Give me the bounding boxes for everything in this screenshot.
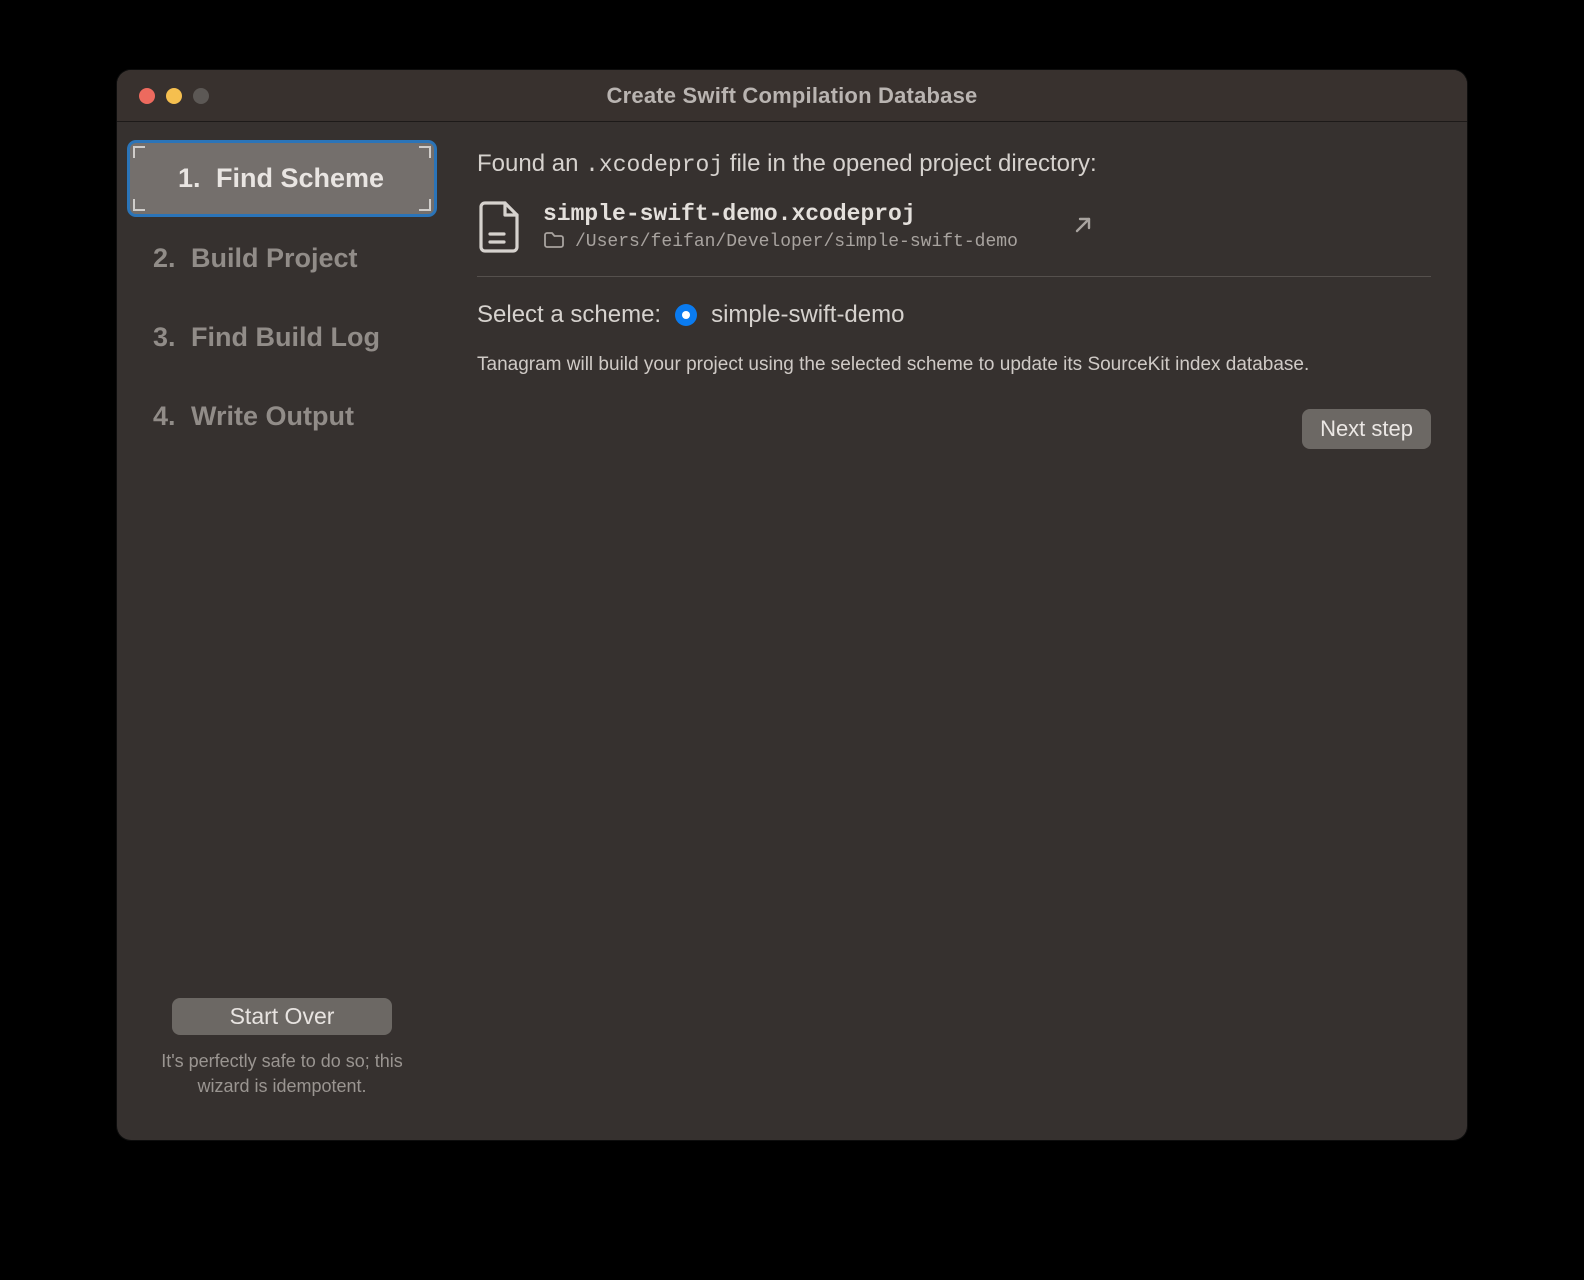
next-step-button[interactable]: Next step bbox=[1302, 409, 1431, 449]
found-project-message: Found an .xcodeproj file in the opened p… bbox=[477, 150, 1431, 178]
project-file-text: simple-swift-demo.xcodeproj /Users/feifa… bbox=[543, 201, 1018, 254]
traffic-lights bbox=[117, 88, 209, 104]
project-file-row: simple-swift-demo.xcodeproj /Users/feifa… bbox=[477, 200, 1431, 254]
step-list: 1. Find Scheme 2. Build Project 3. Find … bbox=[127, 140, 437, 998]
step-build-project[interactable]: 2. Build Project bbox=[127, 221, 437, 296]
scheme-prompt-label: Select a scheme: bbox=[477, 301, 661, 329]
window-title: Create Swift Compilation Database bbox=[117, 83, 1467, 109]
found-suffix: file in the opened project directory: bbox=[723, 150, 1097, 177]
folder-icon bbox=[543, 231, 565, 254]
step-label: Find Build Log bbox=[191, 322, 380, 353]
scheme-select-row: Select a scheme: simple-swift-demo bbox=[477, 301, 1431, 329]
sidebar-footer: Start Over It's perfectly safe to do so;… bbox=[127, 998, 437, 1122]
step-write-output[interactable]: 4. Write Output bbox=[127, 379, 437, 454]
zoom-window-button[interactable] bbox=[193, 88, 209, 104]
step-number: 1. bbox=[178, 163, 204, 194]
found-prefix: Found an bbox=[477, 150, 585, 177]
project-file-name: simple-swift-demo.xcodeproj bbox=[543, 201, 1018, 227]
titlebar: Create Swift Compilation Database bbox=[117, 70, 1467, 122]
close-window-button[interactable] bbox=[139, 88, 155, 104]
step-number: 3. bbox=[153, 322, 179, 353]
scheme-radio[interactable] bbox=[675, 304, 697, 326]
wizard-main-panel: Found an .xcodeproj file in the opened p… bbox=[447, 122, 1467, 1140]
step-find-scheme[interactable]: 1. Find Scheme bbox=[127, 140, 437, 217]
window-body: 1. Find Scheme 2. Build Project 3. Find … bbox=[117, 122, 1467, 1140]
app-window: Create Swift Compilation Database 1. Fin… bbox=[117, 70, 1467, 1140]
file-icon bbox=[477, 200, 521, 254]
minimize-window-button[interactable] bbox=[166, 88, 182, 104]
next-step-row: Next step bbox=[477, 409, 1431, 449]
scheme-name: simple-swift-demo bbox=[711, 301, 904, 329]
step-label: Find Scheme bbox=[216, 163, 384, 194]
idempotent-note: It's perfectly safe to do so; this wizar… bbox=[139, 1049, 425, 1098]
project-path-row: /Users/feifan/Developer/simple-swift-dem… bbox=[543, 231, 1018, 254]
project-path: /Users/feifan/Developer/simple-swift-dem… bbox=[575, 232, 1018, 252]
found-extension-code: .xcodeproj bbox=[585, 152, 723, 178]
step-label: Write Output bbox=[191, 401, 354, 432]
step-number: 2. bbox=[153, 243, 179, 274]
wizard-sidebar: 1. Find Scheme 2. Build Project 3. Find … bbox=[117, 122, 447, 1140]
scheme-explain-text: Tanagram will build your project using t… bbox=[477, 351, 1431, 379]
step-label: Build Project bbox=[191, 243, 358, 274]
step-number: 4. bbox=[153, 401, 179, 432]
step-find-build-log[interactable]: 3. Find Build Log bbox=[127, 300, 437, 375]
section-divider bbox=[477, 276, 1431, 277]
start-over-button[interactable]: Start Over bbox=[172, 998, 392, 1035]
reveal-in-finder-button[interactable] bbox=[1072, 214, 1094, 241]
